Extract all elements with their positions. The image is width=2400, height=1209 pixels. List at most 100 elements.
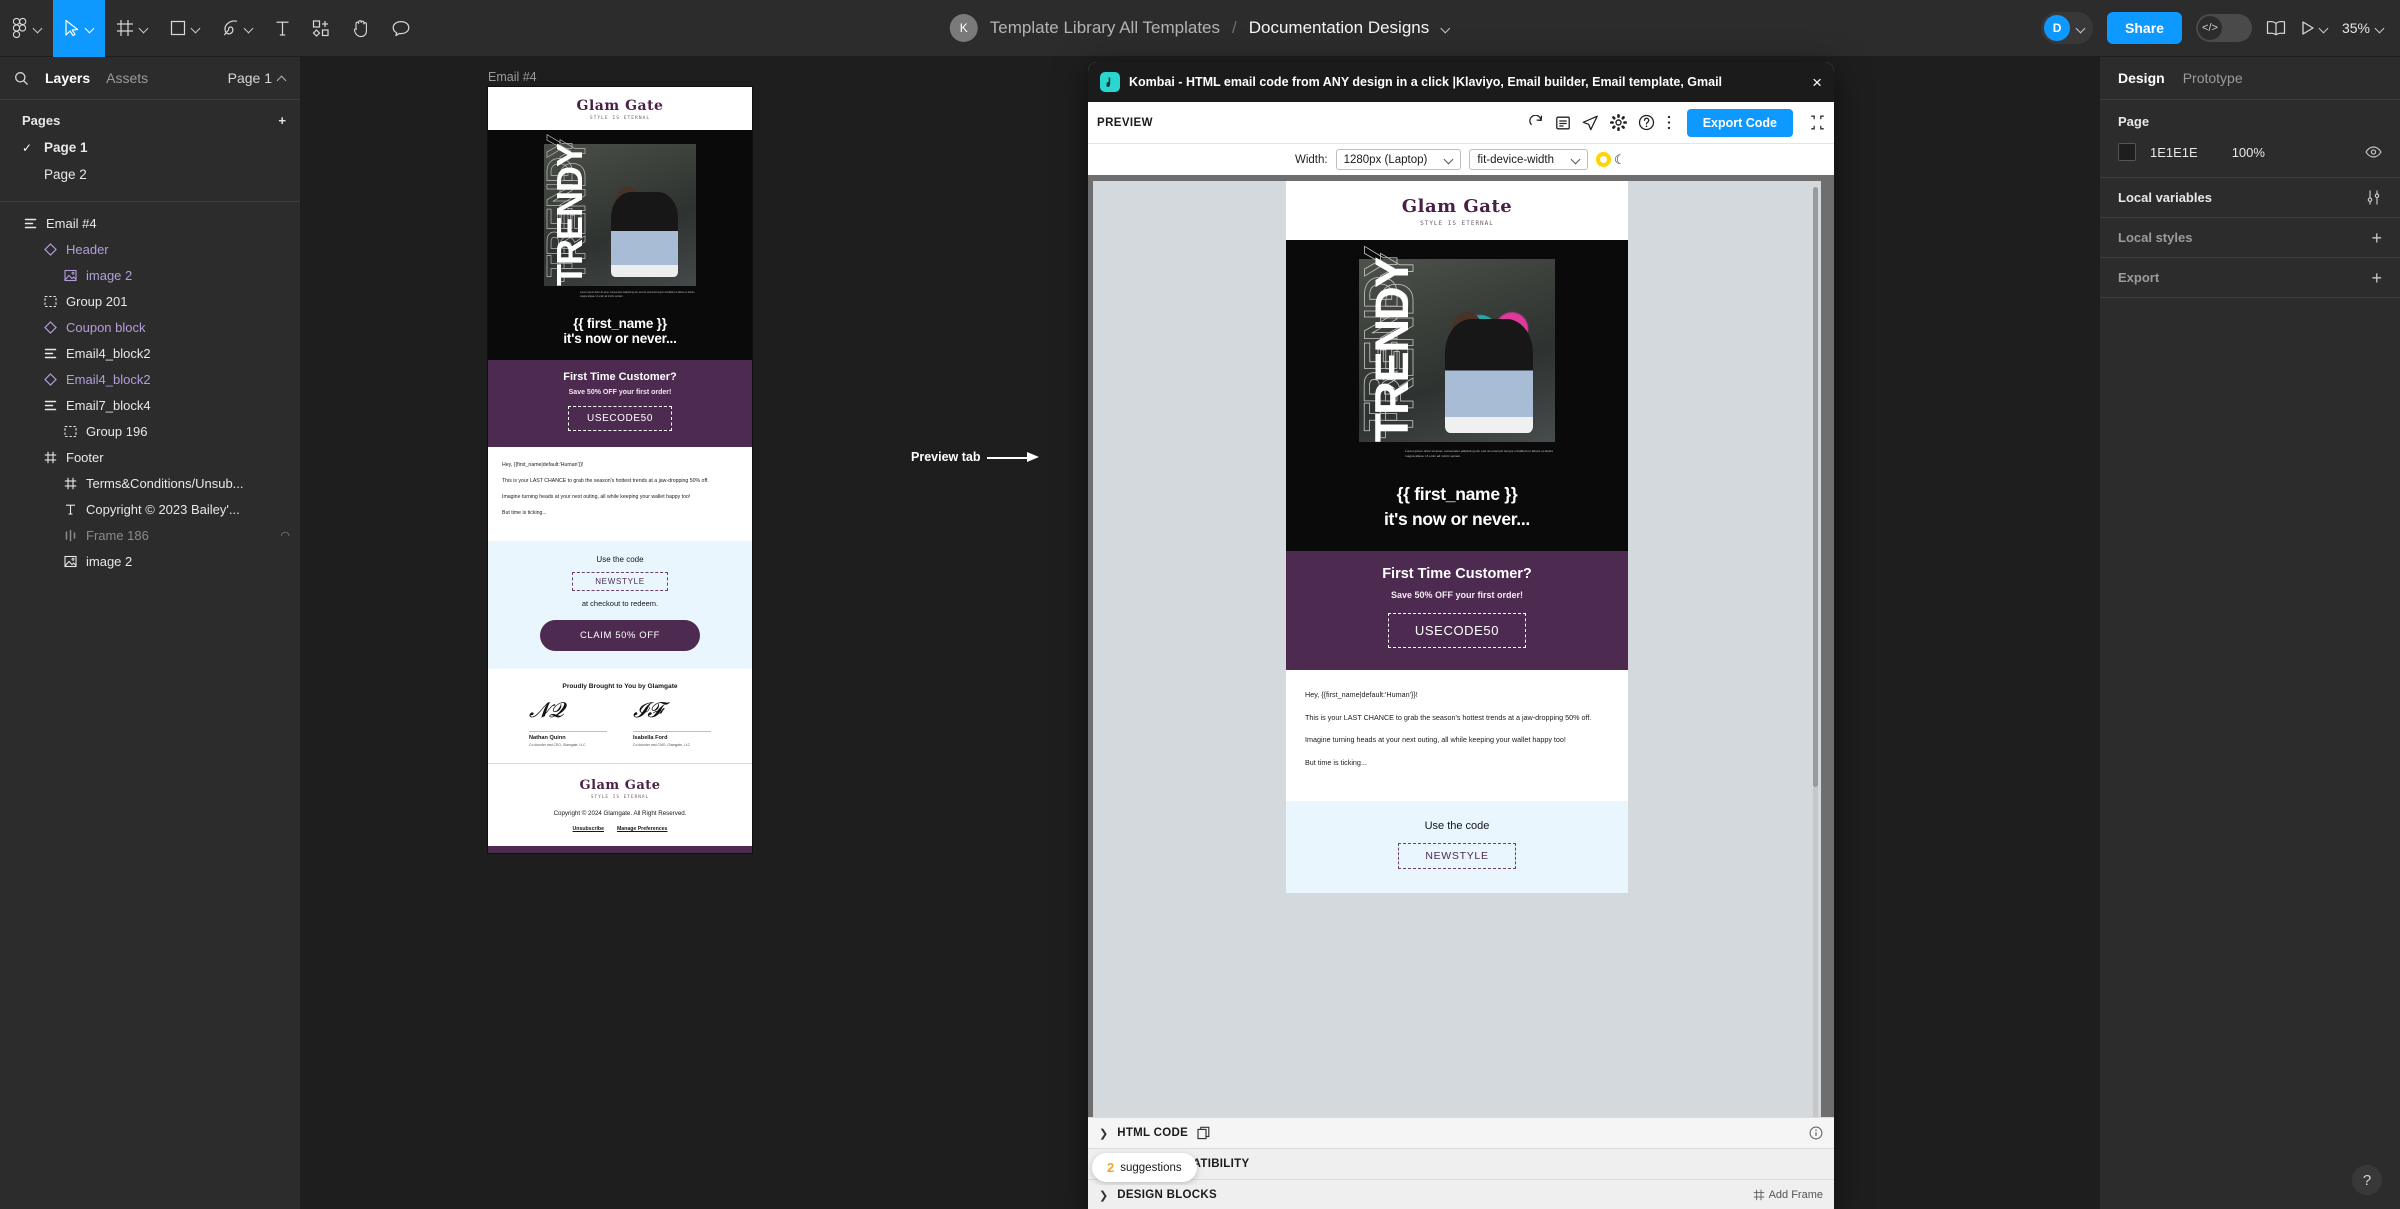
page-fill-hex[interactable]: 1E1E1E bbox=[2150, 145, 2198, 160]
share-button[interactable]: Share bbox=[2107, 12, 2182, 44]
close-icon[interactable]: × bbox=[1812, 74, 1822, 91]
help-button[interactable]: ? bbox=[2352, 1165, 2382, 1195]
export-row[interactable]: Export + bbox=[2100, 258, 2400, 298]
layer-row[interactable]: image 2 bbox=[0, 548, 300, 574]
text-tool-button[interactable] bbox=[264, 0, 301, 57]
layer-row[interactable]: Header bbox=[0, 236, 300, 262]
variables-icon[interactable] bbox=[2365, 189, 2382, 206]
comment-tool-button[interactable] bbox=[381, 0, 421, 57]
tab-assets[interactable]: Assets bbox=[106, 70, 148, 86]
layer-row[interactable]: Copyright © 2023 Bailey'... bbox=[0, 496, 300, 522]
signatory-2: 𝓘𝓕 Isabella Ford Co-founder and CMO, Gla… bbox=[633, 700, 711, 747]
signature-title: Proudly Brought to You by Glamgate bbox=[562, 683, 678, 691]
page-fill-opacity[interactable]: 100% bbox=[2232, 145, 2265, 160]
text-tool-icon bbox=[276, 21, 289, 36]
layer-row[interactable]: Terms&Conditions/Unsub... bbox=[0, 470, 300, 496]
add-frame-button[interactable]: Add Frame bbox=[1753, 1189, 1823, 1201]
layer-row[interactable]: Email4_block2 bbox=[0, 366, 300, 392]
fit-mode-select[interactable]: fit-device-width bbox=[1469, 149, 1589, 170]
help-circle-icon[interactable] bbox=[1638, 114, 1655, 131]
breadcrumb-file[interactable]: Documentation Designs bbox=[1249, 18, 1429, 38]
layer-row[interactable]: Frame 186 ◠ bbox=[0, 522, 300, 548]
preview-canvas: Glam Gate STYLE IS ETERNAL TRENDY TRENDY bbox=[1093, 181, 1821, 1185]
chevron-down-icon bbox=[1445, 156, 1453, 164]
page-item-label: Page 1 bbox=[44, 140, 88, 155]
page-item-1[interactable]: ✓ Page 1 bbox=[0, 134, 300, 161]
shape-tool-button[interactable] bbox=[159, 0, 211, 57]
color-swatch[interactable] bbox=[2118, 143, 2136, 161]
gear-icon[interactable] bbox=[1609, 114, 1627, 131]
theme-toggle[interactable]: ☾ bbox=[1596, 152, 1627, 167]
tab-design[interactable]: Design bbox=[2118, 70, 2165, 86]
manage-preferences-link[interactable]: Manage Preferences bbox=[617, 826, 667, 832]
more-vertical-icon[interactable] bbox=[1666, 114, 1672, 131]
notes-icon[interactable] bbox=[1555, 115, 1571, 131]
suggestions-pill[interactable]: 2 suggestions bbox=[1092, 1153, 1197, 1182]
section-html-code[interactable]: ❯ HTML CODE bbox=[1088, 1117, 1834, 1148]
page-item-2[interactable]: Page 2 bbox=[0, 161, 300, 188]
preview-body-paragraph-2: This is your LAST CHANCE to grab the sea… bbox=[1305, 712, 1592, 722]
tab-layers[interactable]: Layers bbox=[45, 70, 90, 86]
present-button[interactable] bbox=[2300, 20, 2328, 36]
layer-row[interactable]: Email4_block2 bbox=[0, 340, 300, 366]
zoom-control[interactable]: 35% bbox=[2342, 20, 2384, 36]
figma-menu-button[interactable] bbox=[0, 0, 53, 57]
resources-tool-button[interactable] bbox=[301, 0, 341, 57]
chevron-down-icon bbox=[244, 24, 253, 33]
layer-label: Header bbox=[66, 241, 109, 257]
layer-row[interactable]: Email7_block4 bbox=[0, 392, 300, 418]
layer-row[interactable]: Group 201 bbox=[0, 288, 300, 314]
preview-scrollbar[interactable] bbox=[1813, 187, 1818, 1177]
local-styles-row[interactable]: Local styles + bbox=[2100, 218, 2400, 258]
pages-header: Pages + bbox=[0, 109, 300, 134]
tool-group bbox=[0, 0, 421, 57]
signatory-name: Isabella Ford bbox=[633, 735, 668, 742]
frame-tool-button[interactable] bbox=[105, 0, 159, 57]
library-button[interactable] bbox=[2266, 20, 2286, 36]
section-email-compatibility[interactable]: ❯ EMAIL COMPATIBILITY bbox=[1088, 1148, 1834, 1179]
device-width-select[interactable]: 1280px (Laptop) bbox=[1335, 149, 1462, 170]
shape-tool-icon bbox=[170, 20, 186, 36]
eye-off-icon[interactable]: ◠ bbox=[280, 529, 290, 542]
layer-row[interactable]: Email #4 bbox=[0, 210, 300, 236]
layer-row[interactable]: Group 196 bbox=[0, 418, 300, 444]
frame-label[interactable]: Email #4 bbox=[488, 70, 537, 84]
send-icon[interactable] bbox=[1582, 115, 1599, 131]
add-page-button[interactable]: + bbox=[278, 114, 286, 127]
add-local-style-button[interactable]: + bbox=[2371, 229, 2382, 247]
chevron-down-icon[interactable] bbox=[1441, 24, 1450, 33]
dev-mode-toggle[interactable]: </> bbox=[2195, 14, 2252, 42]
move-tool-button[interactable] bbox=[53, 0, 105, 57]
add-export-button[interactable]: + bbox=[2371, 269, 2382, 287]
hand-tool-button[interactable] bbox=[341, 0, 381, 57]
collapse-icon[interactable] bbox=[1810, 115, 1825, 130]
section-design-blocks[interactable]: ❯ DESIGN BLOCKS Add Frame bbox=[1088, 1179, 1834, 1209]
search-icon[interactable] bbox=[14, 71, 29, 86]
move-tool-icon bbox=[65, 19, 79, 37]
chevron-down-icon bbox=[85, 24, 94, 33]
plugin-preview-area[interactable]: Glam Gate STYLE IS ETERNAL TRENDY TRENDY bbox=[1088, 175, 1834, 1185]
preview-brand-tagline: STYLE IS ETERNAL bbox=[1420, 220, 1494, 227]
local-variables-row[interactable]: Local variables bbox=[2100, 178, 2400, 218]
layer-row[interactable]: Coupon block bbox=[0, 314, 300, 340]
page-selector-label: Page 1 bbox=[227, 70, 272, 86]
chevron-right-icon: ❯ bbox=[1099, 1127, 1109, 1140]
hero-caption: Lorem ipsum dolor sit amet, consectetur … bbox=[580, 291, 695, 299]
tab-prototype[interactable]: Prototype bbox=[2183, 70, 2243, 86]
export-code-button[interactable]: Export Code bbox=[1686, 108, 1793, 137]
layer-row[interactable]: Footer bbox=[0, 444, 300, 470]
info-icon[interactable] bbox=[1809, 1126, 1823, 1140]
unsubscribe-link[interactable]: Unsubscribe bbox=[573, 826, 604, 832]
refresh-icon[interactable] bbox=[1528, 114, 1544, 131]
claim-cta-button[interactable]: CLAIM 50% OFF bbox=[539, 620, 701, 652]
frame-tool-icon bbox=[117, 20, 133, 36]
email-frame-thumbnail[interactable]: Glam Gate STYLE IS ETERNAL TRENDY TRENDY… bbox=[488, 87, 752, 853]
page-selector[interactable]: Page 1 bbox=[228, 70, 286, 86]
layer-row[interactable]: image 2 bbox=[0, 262, 300, 288]
headline-line-2: it's now or never... bbox=[563, 331, 677, 347]
visibility-eye-icon[interactable] bbox=[2365, 146, 2382, 158]
breadcrumb-project[interactable]: Template Library All Templates bbox=[990, 18, 1220, 38]
user-avatar-group[interactable]: D bbox=[2041, 12, 2094, 44]
pen-tool-button[interactable] bbox=[211, 0, 264, 57]
copy-icon[interactable] bbox=[1197, 1126, 1211, 1140]
